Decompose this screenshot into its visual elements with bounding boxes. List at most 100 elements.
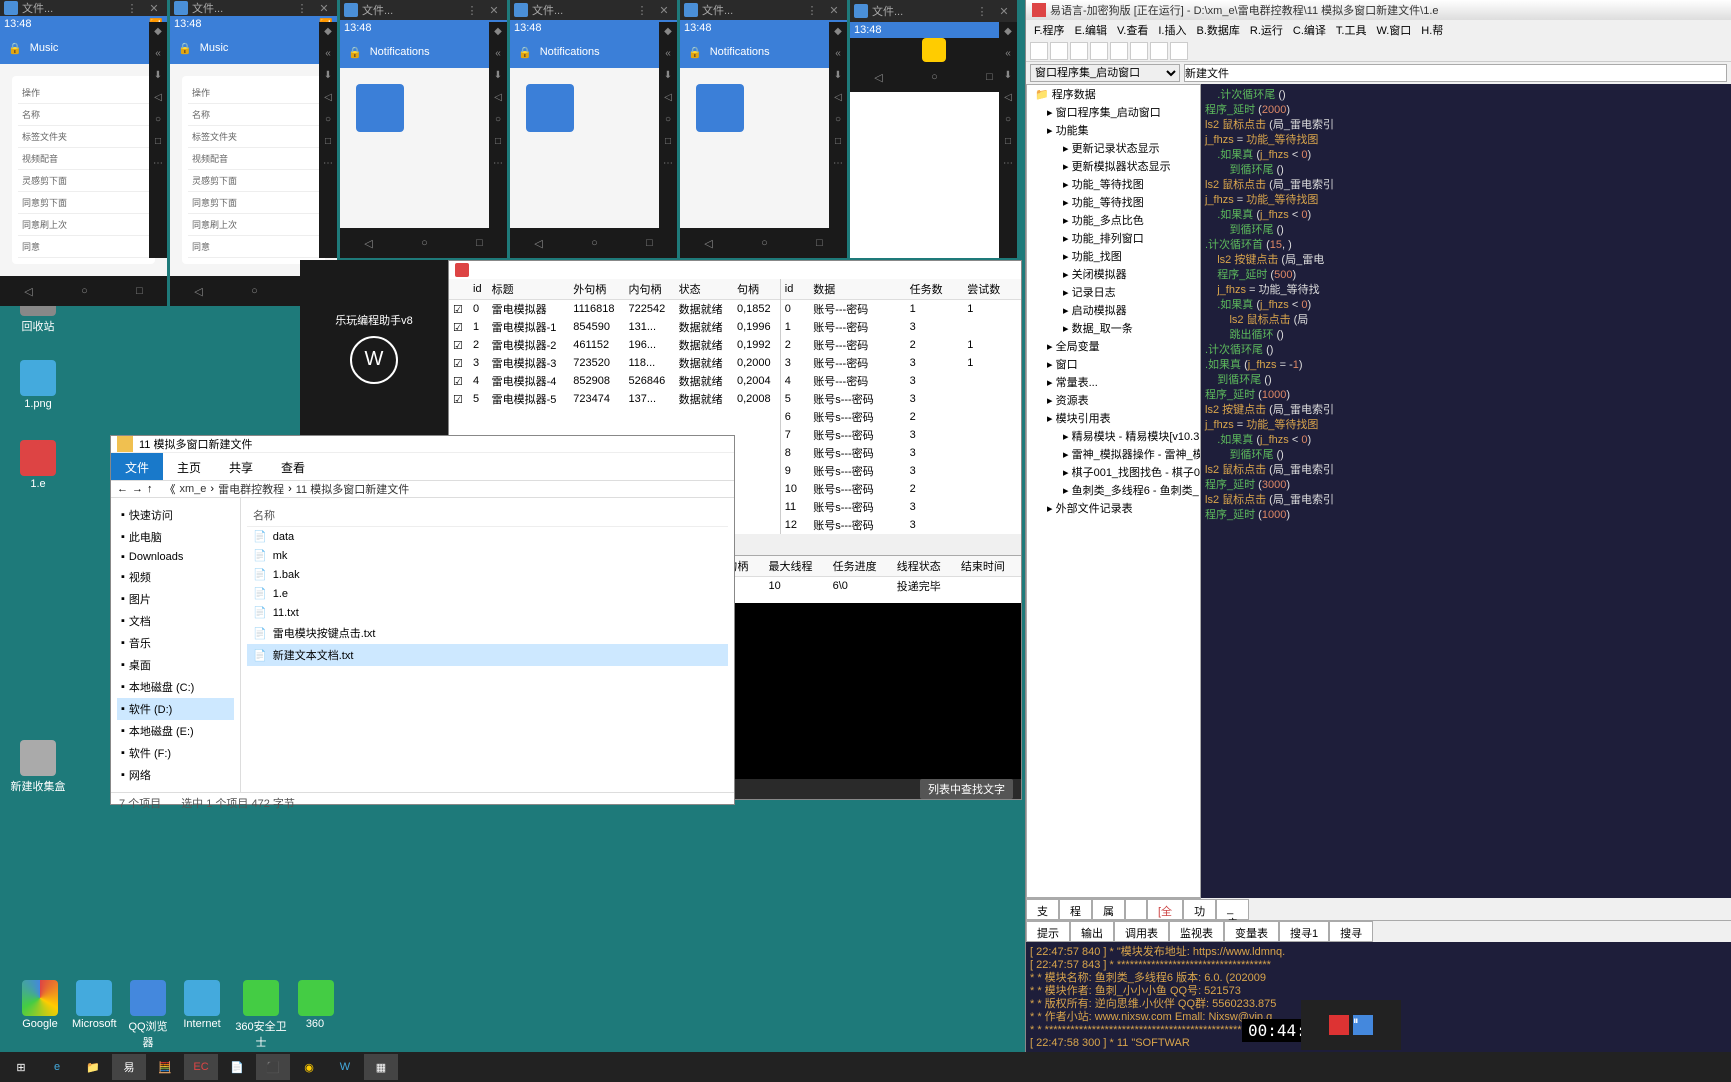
nav-item[interactable]: ▪桌面 [117, 654, 234, 676]
menu-item[interactable]: B.数据库 [1192, 20, 1243, 40]
shortcut-360safe[interactable]: 360安全卫士 [235, 1021, 286, 1049]
taskbar-cmd[interactable]: ▦ [364, 1054, 398, 1080]
file-item[interactable]: 📄雷电模块按键点击.txt [247, 622, 728, 644]
sidebar-icon[interactable]: ⬇ [661, 70, 675, 84]
sidebar-icon[interactable]: ⬇ [321, 70, 335, 84]
taskbar-notepad[interactable]: 📄 [220, 1054, 254, 1080]
tab-properties[interactable]: 属性 [1092, 899, 1125, 920]
tree-node[interactable]: ▸ 更新模拟器状态显示 [1027, 157, 1200, 175]
nav-home-icon[interactable]: ○ [591, 237, 598, 249]
nav-recent-icon[interactable]: □ [816, 237, 823, 249]
file-item[interactable]: 📄11.txt [247, 603, 728, 622]
nav-item[interactable]: ▪网络 [117, 764, 234, 786]
program-set-select[interactable]: 窗口程序集_启动窗口 [1030, 64, 1180, 82]
sidebar-icon[interactable]: ⬇ [151, 70, 165, 84]
nav-item[interactable]: ▪此电脑 [117, 526, 234, 548]
nav-item[interactable]: ▪软件 (F:) [117, 742, 234, 764]
nav-back-icon[interactable]: ◁ [874, 71, 882, 84]
toolbar-button[interactable] [1110, 42, 1128, 60]
sidebar-icon[interactable]: « [661, 48, 675, 62]
toolbar-button[interactable] [1150, 42, 1168, 60]
nav-fwd-icon[interactable]: → [132, 483, 143, 495]
tab-output[interactable]: 输出 [1070, 921, 1114, 942]
toolbar-button[interactable] [1130, 42, 1148, 60]
nav-item[interactable]: ▪快速访问 [117, 504, 234, 526]
table-row[interactable]: 0账号---密码11 [781, 300, 1021, 319]
table-row[interactable]: 12账号s---密码3 [781, 516, 1021, 534]
sidebar-icon[interactable]: □ [661, 136, 675, 150]
sidebar-icon[interactable]: « [1001, 48, 1015, 62]
nav-item[interactable]: ▪音乐 [117, 632, 234, 654]
taskbar-calc[interactable]: 🧮 [148, 1054, 182, 1080]
tree-node[interactable]: ▸ 功能_找图 [1027, 247, 1200, 265]
tree-node[interactable]: ▸ 棋子001_找图找色 - 棋子00 [1027, 463, 1200, 481]
sidebar-icon[interactable]: ◁ [321, 92, 335, 106]
tab-func-set[interactable]: 功能集 [1183, 899, 1216, 920]
tree-node[interactable]: ▸ 记录日志 [1027, 283, 1200, 301]
table-row[interactable]: 10账号s---密码2 [781, 480, 1021, 498]
tree-node[interactable]: ▸ 功能_等待找图 [1027, 193, 1200, 211]
tree-node[interactable]: ▸ 功能_多点比色 [1027, 211, 1200, 229]
nav-recent-icon[interactable]: □ [646, 237, 653, 249]
sidebar-icon[interactable]: ◁ [151, 92, 165, 106]
shortcut-edge[interactable]: Microsoft [72, 1018, 117, 1030]
nav-back-icon[interactable]: ◁ [534, 237, 542, 250]
minimize-icon[interactable]: ⋮ [803, 4, 821, 17]
minimize-icon[interactable]: ⋮ [123, 2, 141, 15]
table-row[interactable]: 2账号---密码21 [781, 336, 1021, 354]
ribbon-share[interactable]: 共享 [215, 453, 267, 480]
menu-item[interactable]: W.窗口 [1372, 20, 1415, 40]
table-row[interactable]: 3账号---密码31 [781, 354, 1021, 372]
breadcrumb[interactable]: 11 模拟多窗口新建文件 [296, 481, 409, 497]
nav-item[interactable]: ▪本地磁盘 (E:) [117, 720, 234, 742]
sidebar-icon[interactable]: ⬇ [831, 70, 845, 84]
nav-home-icon[interactable]: ○ [761, 237, 768, 249]
file-item[interactable]: 📄1.bak [247, 565, 728, 584]
table-row[interactable]: ☑2雷电模拟器-2461152196...数据就绪0,1992 [449, 336, 780, 354]
sidebar-icon[interactable]: □ [491, 136, 505, 150]
tree-node[interactable]: ▸ 数据_取一条 [1027, 319, 1200, 337]
tree-root[interactable]: 📁 程序数据 [1027, 85, 1200, 103]
shortcut-360[interactable]: 360 [306, 1018, 324, 1030]
taskbar-eide[interactable]: 易 [112, 1054, 146, 1080]
close-icon[interactable]: ✕ [995, 5, 1013, 18]
nav-home-icon[interactable]: ○ [251, 285, 258, 297]
nav-recent-icon[interactable]: □ [136, 285, 143, 297]
close-icon[interactable]: ✕ [145, 2, 163, 15]
menu-item[interactable]: F.程序 [1030, 20, 1069, 40]
close-icon[interactable]: ✕ [655, 4, 673, 17]
sidebar-icon[interactable]: ○ [831, 114, 845, 128]
desktop-icon-e[interactable]: 1.e [8, 440, 68, 490]
minimize-icon[interactable]: ⋮ [973, 5, 991, 18]
controller-titlebar[interactable] [449, 261, 1021, 279]
nav-recent-icon[interactable]: □ [476, 237, 483, 249]
tree-node[interactable]: ▸ 更新记录状态显示 [1027, 139, 1200, 157]
menu-item[interactable]: C.编译 [1289, 20, 1330, 40]
explorer-file-list[interactable]: 名称 📄data📄mk📄1.bak📄1.e📄11.txt📄雷电模块按键点击.tx… [241, 498, 734, 792]
nav-item[interactable]: ▪本地磁盘 (C:) [117, 676, 234, 698]
nav-recent-icon[interactable]: □ [986, 71, 993, 83]
sidebar-icon[interactable]: ⋯ [831, 158, 845, 172]
start-button[interactable]: ⊞ [4, 1054, 38, 1080]
file-item[interactable]: 📄mk [247, 546, 728, 565]
ide-project-tree[interactable]: 📁 程序数据▸ 窗口程序集_启动窗口▸ 功能集▸ 更新记录状态显示▸ 更新模拟器… [1026, 84, 1201, 898]
table-row[interactable]: 7账号s---密码3 [781, 426, 1021, 444]
menu-item[interactable]: I.插入 [1154, 20, 1190, 40]
taskbar-app2[interactable]: ⬛ [256, 1054, 290, 1080]
emulator-window-1[interactable]: 文件...⋮✕13:48📶🔒Music操作名称标签文件夹视频配音灵感剪下面同意剪… [170, 0, 337, 258]
sidebar-icon[interactable]: ◆ [321, 26, 335, 40]
sidebar-icon[interactable]: « [321, 48, 335, 62]
tab-vars[interactable]: 变量表 [1224, 921, 1279, 942]
emulator-window-4[interactable]: 文件...⋮✕13:48📶🔒Notifications◁○□◆«⬇◁○□⋯ [680, 0, 847, 258]
table-row[interactable]: 5账号s---密码3 [781, 390, 1021, 408]
minimize-icon[interactable]: ⋮ [633, 4, 651, 17]
nav-back-icon[interactable]: ← [117, 483, 128, 495]
menu-item[interactable]: H.帮 [1417, 20, 1447, 40]
menu-item[interactable]: V.查看 [1113, 20, 1152, 40]
sidebar-icon[interactable]: ◁ [831, 92, 845, 106]
toolbar-button[interactable] [1090, 42, 1108, 60]
tree-node[interactable]: ▸ 启动模拟器 [1027, 301, 1200, 319]
nav-back-icon[interactable]: ◁ [704, 237, 712, 250]
close-icon[interactable]: ✕ [485, 4, 503, 17]
sidebar-icon[interactable]: ⋯ [151, 158, 165, 172]
